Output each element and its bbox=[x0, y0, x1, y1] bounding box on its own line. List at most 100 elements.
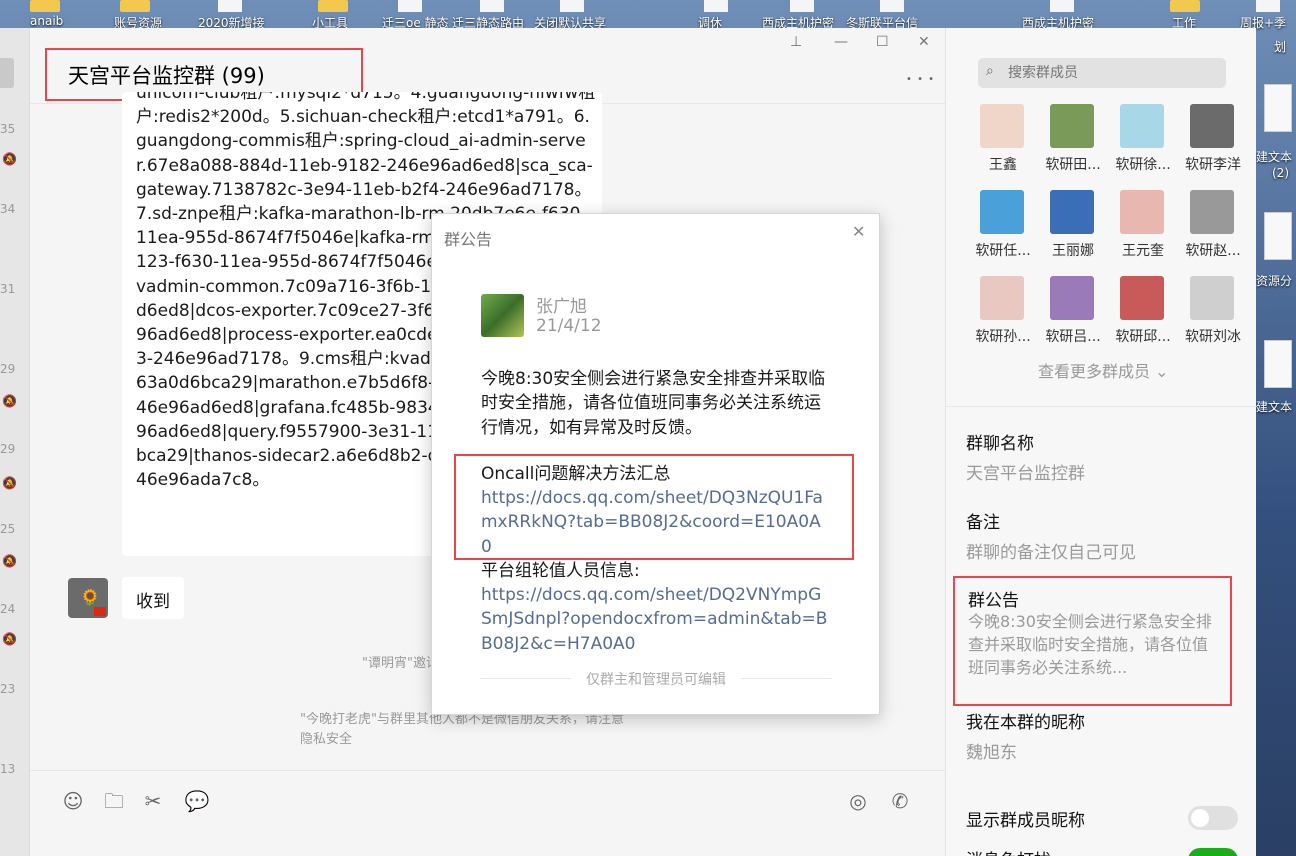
mute-icon: 🔕 bbox=[2, 476, 17, 490]
scissors-icon[interactable]: ✂ bbox=[140, 788, 166, 814]
avatar[interactable]: 🌻 bbox=[68, 578, 108, 618]
folder-icon[interactable] bbox=[120, 0, 150, 12]
avatar bbox=[980, 190, 1024, 234]
document-icon[interactable] bbox=[880, 0, 904, 12]
desktop-icon-row: anaib 账号资源 2020新增接 小工具 迁三oe 静态 迁三静态路由 关闭… bbox=[0, 0, 1296, 30]
session-list-edge: 35 🔕 34 31 29 🔕 29 🔕 25 🔕 24 🔕 23 13 bbox=[0, 28, 30, 856]
session-time: 34 bbox=[0, 202, 16, 216]
system-message: 隐私安全 bbox=[300, 732, 353, 747]
see-more-members-link[interactable]: 查看更多群成员 ⌄ bbox=[1038, 358, 1169, 382]
pin-icon[interactable]: ⊥ bbox=[790, 34, 802, 50]
folder-icon[interactable] bbox=[1170, 0, 1200, 12]
member-item[interactable]: 王丽娜 bbox=[1038, 190, 1108, 270]
remark-label: 备注 bbox=[966, 513, 1000, 533]
member-name: 软研李洋 bbox=[1185, 157, 1241, 173]
folder-icon[interactable]: 🗀 bbox=[101, 788, 127, 814]
close-button[interactable]: ✕ bbox=[918, 34, 930, 50]
folder-icon[interactable] bbox=[318, 0, 348, 12]
document-icon[interactable] bbox=[1264, 212, 1292, 260]
member-name: 软研赵... bbox=[1185, 243, 1241, 259]
show-nickname-toggle[interactable] bbox=[1188, 806, 1238, 830]
member-item[interactable]: 软研吕... bbox=[1038, 276, 1108, 356]
member-name: 软研田... bbox=[1045, 157, 1101, 173]
folder-icon[interactable] bbox=[30, 0, 60, 12]
highlight-box bbox=[454, 454, 854, 560]
minimize-button[interactable]: — bbox=[834, 34, 848, 50]
session-time: 29 bbox=[0, 442, 16, 456]
author-name: 张广旭 bbox=[536, 297, 587, 317]
member-search-input[interactable] bbox=[1008, 62, 1218, 84]
document-icon[interactable] bbox=[560, 0, 584, 12]
member-item[interactable]: 软研邱... bbox=[1108, 276, 1178, 356]
member-name: 软研刘冰 bbox=[1185, 329, 1241, 345]
document-icon[interactable] bbox=[218, 0, 242, 12]
remark-value[interactable]: 群聊的备注仅自己可见 bbox=[966, 538, 1136, 563]
member-item[interactable]: 软研任... bbox=[968, 190, 1038, 270]
document-icon[interactable] bbox=[1264, 84, 1292, 132]
edit-permission-note: 仅群主和管理员可编辑 bbox=[481, 669, 831, 689]
highlight-box bbox=[953, 576, 1232, 706]
member-name: 软研邱... bbox=[1115, 329, 1171, 345]
session-time: 25 bbox=[0, 522, 16, 536]
member-item[interactable]: 软研徐... bbox=[1108, 104, 1178, 184]
document-icon[interactable] bbox=[1050, 0, 1074, 12]
emoji-icon[interactable]: ☺ bbox=[60, 788, 86, 814]
toggle-knob bbox=[1191, 809, 1209, 827]
document-icon[interactable] bbox=[1264, 340, 1292, 388]
document-icon[interactable] bbox=[398, 0, 422, 12]
group-info-panel: ⌕ 王鑫 软研田... 软研徐... 软研李洋软研任... 王丽娜 王元奎 软研赵... 软研… bbox=[945, 28, 1257, 856]
session-time: 13 bbox=[0, 762, 16, 776]
mute-notifications-toggle[interactable] bbox=[1188, 848, 1238, 856]
member-item[interactable]: 软研刘冰 bbox=[1178, 276, 1248, 356]
document-icon[interactable] bbox=[1256, 0, 1280, 12]
desktop-icon-label[interactable]: 划 bbox=[1274, 38, 1286, 55]
more-options-icon[interactable]: • • • bbox=[906, 74, 935, 85]
chat-bubble-icon[interactable]: 💬 bbox=[184, 788, 210, 814]
mute-icon: 🔕 bbox=[2, 152, 17, 166]
desktop-icon-label[interactable]: 建文本 bbox=[1256, 148, 1292, 165]
document-icon[interactable] bbox=[790, 0, 814, 12]
member-name: 王鑫 bbox=[989, 157, 1017, 173]
avatar bbox=[1120, 276, 1164, 320]
group-name-label: 群聊名称 bbox=[966, 434, 1034, 454]
member-item[interactable]: 软研赵... bbox=[1178, 190, 1248, 270]
session-time: 23 bbox=[0, 682, 16, 696]
avatar bbox=[980, 276, 1024, 320]
announcement-body: 今晚8:30安全侧会进行紧急安全排查并采取临时安全措施，请各位值班同事务必关注系… bbox=[481, 369, 826, 438]
group-name-value[interactable]: 天宫平台监控群 bbox=[966, 459, 1085, 484]
document-icon[interactable] bbox=[480, 0, 504, 12]
session-time: 35 bbox=[0, 122, 16, 136]
avatar bbox=[1050, 104, 1094, 148]
avatar bbox=[1120, 104, 1164, 148]
avatar bbox=[481, 294, 524, 337]
post-date: 21/4/12 bbox=[536, 316, 602, 336]
member-name: 王丽娜 bbox=[1052, 243, 1094, 259]
maximize-button[interactable]: ☐ bbox=[876, 34, 889, 50]
roster-link[interactable]: https://docs.qq.com/sheet/DQ2VNYmpGSmJSd… bbox=[481, 583, 831, 656]
document-icon[interactable] bbox=[704, 0, 728, 12]
input-area[interactable]: ☺ 🗀 ✂ 💬 ◎ ✆ bbox=[30, 770, 945, 856]
divider bbox=[946, 406, 1257, 407]
voice-call-icon[interactable]: ✆ bbox=[887, 788, 913, 814]
live-icon[interactable]: ◎ bbox=[845, 788, 871, 814]
avatar bbox=[1050, 190, 1094, 234]
mute-icon: 🔕 bbox=[2, 632, 17, 646]
desktop-icon-label[interactable]: anaib bbox=[30, 14, 63, 28]
member-name: 王元奎 bbox=[1122, 243, 1164, 259]
member-item[interactable]: 软研李洋 bbox=[1178, 104, 1248, 184]
desktop-icon-label[interactable]: (2) bbox=[1272, 166, 1289, 180]
avatar bbox=[1050, 276, 1094, 320]
close-icon[interactable]: ✕ bbox=[852, 222, 865, 241]
member-item[interactable]: 软研田... bbox=[1038, 104, 1108, 184]
session-selected-tab[interactable] bbox=[0, 58, 14, 88]
nickname-value[interactable]: 魏旭东 bbox=[966, 738, 1017, 763]
desktop-icon-label[interactable]: 资源分 bbox=[1256, 272, 1292, 289]
member-item[interactable]: 软研孙... bbox=[968, 276, 1038, 356]
avatar bbox=[1190, 104, 1234, 148]
member-search[interactable]: ⌕ bbox=[978, 58, 1226, 88]
desktop-icon-label[interactable]: 建文本 bbox=[1256, 398, 1292, 415]
mute-notifications-label: 消息免打扰 bbox=[966, 846, 1051, 856]
message-bubble[interactable]: 收到 bbox=[122, 577, 184, 619]
member-item[interactable]: 王鑫 bbox=[968, 104, 1038, 184]
member-item[interactable]: 王元奎 bbox=[1108, 190, 1178, 270]
